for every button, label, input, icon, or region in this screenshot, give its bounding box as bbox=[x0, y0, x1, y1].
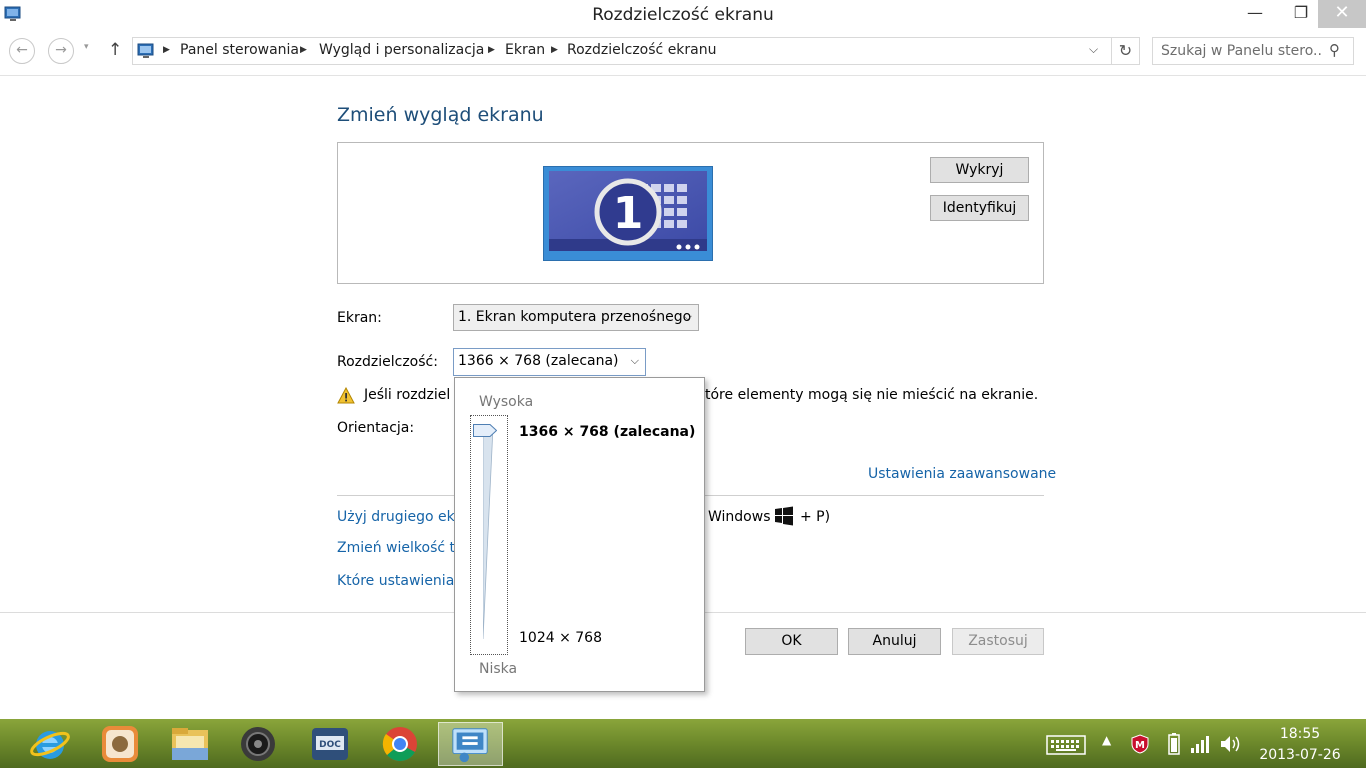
second-screen-link[interactable]: Użyj drugiego ekr bbox=[337, 509, 461, 525]
breadcrumb-separator[interactable]: ▶ bbox=[300, 45, 307, 55]
forward-button[interactable]: → bbox=[48, 38, 74, 64]
shortcut-text: Windows bbox=[708, 509, 771, 525]
window-title: Rozdzielczość ekranu bbox=[592, 5, 774, 25]
monitor-1-icon[interactable]: 1 bbox=[543, 166, 713, 261]
detect-button[interactable]: Wykryj bbox=[930, 157, 1029, 183]
title-bar: Rozdzielczość ekranu — ❐ ✕ bbox=[0, 0, 1366, 32]
chrome-icon[interactable] bbox=[374, 722, 426, 766]
low-label: Niska bbox=[479, 661, 518, 677]
text-size-link[interactable]: Zmień wielkość te bbox=[337, 540, 464, 556]
slider-track[interactable] bbox=[483, 427, 493, 639]
apply-button[interactable]: Zastosuj bbox=[952, 628, 1044, 655]
nav-divider bbox=[0, 75, 1366, 76]
search-icon[interactable]: ⚲ bbox=[1329, 41, 1340, 59]
chevron-down-icon: ⌵ bbox=[630, 354, 639, 367]
close-button[interactable]: ✕ bbox=[1318, 0, 1366, 28]
resolution-select[interactable]: 1366 × 768 (zalecana) ⌵ bbox=[453, 348, 646, 376]
resolution-label: Rozdzielczość: bbox=[337, 354, 438, 370]
windows-key-icon bbox=[775, 506, 793, 526]
resolution-option-high[interactable]: 1366 × 768 (zalecana) bbox=[519, 424, 695, 440]
breadcrumb-separator[interactable]: ▶ bbox=[551, 45, 558, 55]
resolution-slider[interactable] bbox=[470, 415, 508, 655]
resolution-option-low[interactable]: 1024 × 768 bbox=[519, 630, 602, 646]
address-dropdown-button[interactable]: ⌵ bbox=[1089, 42, 1098, 57]
svg-text:DOC: DOC bbox=[319, 740, 341, 750]
screen-select[interactable]: 1. Ekran komputera przenośnego ⌵ bbox=[453, 304, 699, 331]
identify-button[interactable]: Identyfikuj bbox=[930, 195, 1029, 221]
warning-icon bbox=[337, 387, 355, 404]
monitor-number: 1 bbox=[613, 188, 644, 239]
up-button[interactable]: ↑ bbox=[108, 40, 122, 60]
clock-date[interactable]: 2013-07-26 bbox=[1250, 747, 1350, 763]
doc-app-icon[interactable]: DOC bbox=[304, 722, 356, 766]
breadcrumb-separator[interactable]: ▶ bbox=[163, 45, 170, 55]
page-title: Zmień wygląd ekranu bbox=[337, 104, 544, 126]
speaker-app-icon[interactable] bbox=[232, 722, 284, 766]
refresh-button[interactable]: ↻ bbox=[1111, 38, 1139, 64]
which-settings-link[interactable]: Które ustawienia bbox=[337, 573, 454, 589]
network-signal-icon[interactable] bbox=[1190, 735, 1210, 753]
breadcrumb-screen-resolution[interactable]: Rozdzielczość ekranu bbox=[567, 42, 717, 58]
monitor-panel: 1 Wykryj Identyfikuj bbox=[337, 142, 1044, 284]
screen-select-value: 1. Ekran komputera przenośnego bbox=[458, 309, 692, 325]
ie-icon[interactable] bbox=[24, 722, 76, 766]
control-panel-taskbar-icon[interactable] bbox=[438, 722, 503, 766]
breadcrumb-display[interactable]: Ekran bbox=[505, 42, 545, 58]
recent-locations-button[interactable]: ▾ bbox=[84, 42, 89, 52]
resolution-popup: Wysoka 1366 × 768 (zalecana) 1024 × 768 … bbox=[454, 377, 705, 692]
mcafee-icon[interactable]: M bbox=[1130, 734, 1150, 754]
slider-thumb[interactable] bbox=[473, 424, 497, 437]
keyboard-icon[interactable] bbox=[1046, 734, 1086, 756]
high-label: Wysoka bbox=[479, 394, 534, 410]
screen-label: Ekran: bbox=[337, 310, 382, 326]
shortcut-text-tail: + P) bbox=[800, 509, 831, 525]
orientation-label: Orientacja: bbox=[337, 420, 415, 436]
warning-text: Jeśli rozdziel bbox=[364, 387, 451, 403]
battery-icon[interactable] bbox=[1168, 733, 1180, 755]
advanced-settings-link[interactable]: Ustawienia zaawansowane bbox=[868, 466, 1056, 482]
ok-button[interactable]: OK bbox=[745, 628, 838, 655]
svg-text:M: M bbox=[1135, 740, 1145, 751]
show-hidden-icons-button[interactable]: ▲ bbox=[1102, 733, 1111, 747]
address-bar[interactable]: ▶ Panel sterowania ▶ Wygląd i personaliz… bbox=[132, 37, 1140, 65]
chevron-down-icon: ⌵ bbox=[683, 310, 692, 323]
clock-time[interactable]: 18:55 bbox=[1250, 726, 1350, 742]
app-icon[interactable] bbox=[94, 722, 146, 766]
breadcrumb-separator[interactable]: ▶ bbox=[488, 45, 495, 55]
file-explorer-icon[interactable] bbox=[164, 722, 216, 766]
search-input[interactable] bbox=[1161, 43, 1321, 59]
breadcrumb-appearance[interactable]: Wygląd i personalizacja bbox=[319, 42, 484, 58]
back-button[interactable]: ← bbox=[9, 38, 35, 64]
breadcrumb-control-panel[interactable]: Panel sterowania bbox=[180, 42, 299, 58]
taskbar: DOC ▲ M 18:55 2013-07-26 bbox=[0, 719, 1366, 768]
minimize-button[interactable]: — bbox=[1232, 0, 1278, 28]
warning-text-continued: tóre elementy mogą się nie mieścić na ek… bbox=[705, 387, 1039, 403]
cancel-button[interactable]: Anuluj bbox=[848, 628, 941, 655]
search-box[interactable]: ⚲ bbox=[1152, 37, 1354, 65]
control-panel-icon bbox=[137, 43, 154, 58]
resolution-select-value: 1366 × 768 (zalecana) bbox=[458, 353, 619, 369]
volume-icon[interactable] bbox=[1220, 734, 1242, 754]
